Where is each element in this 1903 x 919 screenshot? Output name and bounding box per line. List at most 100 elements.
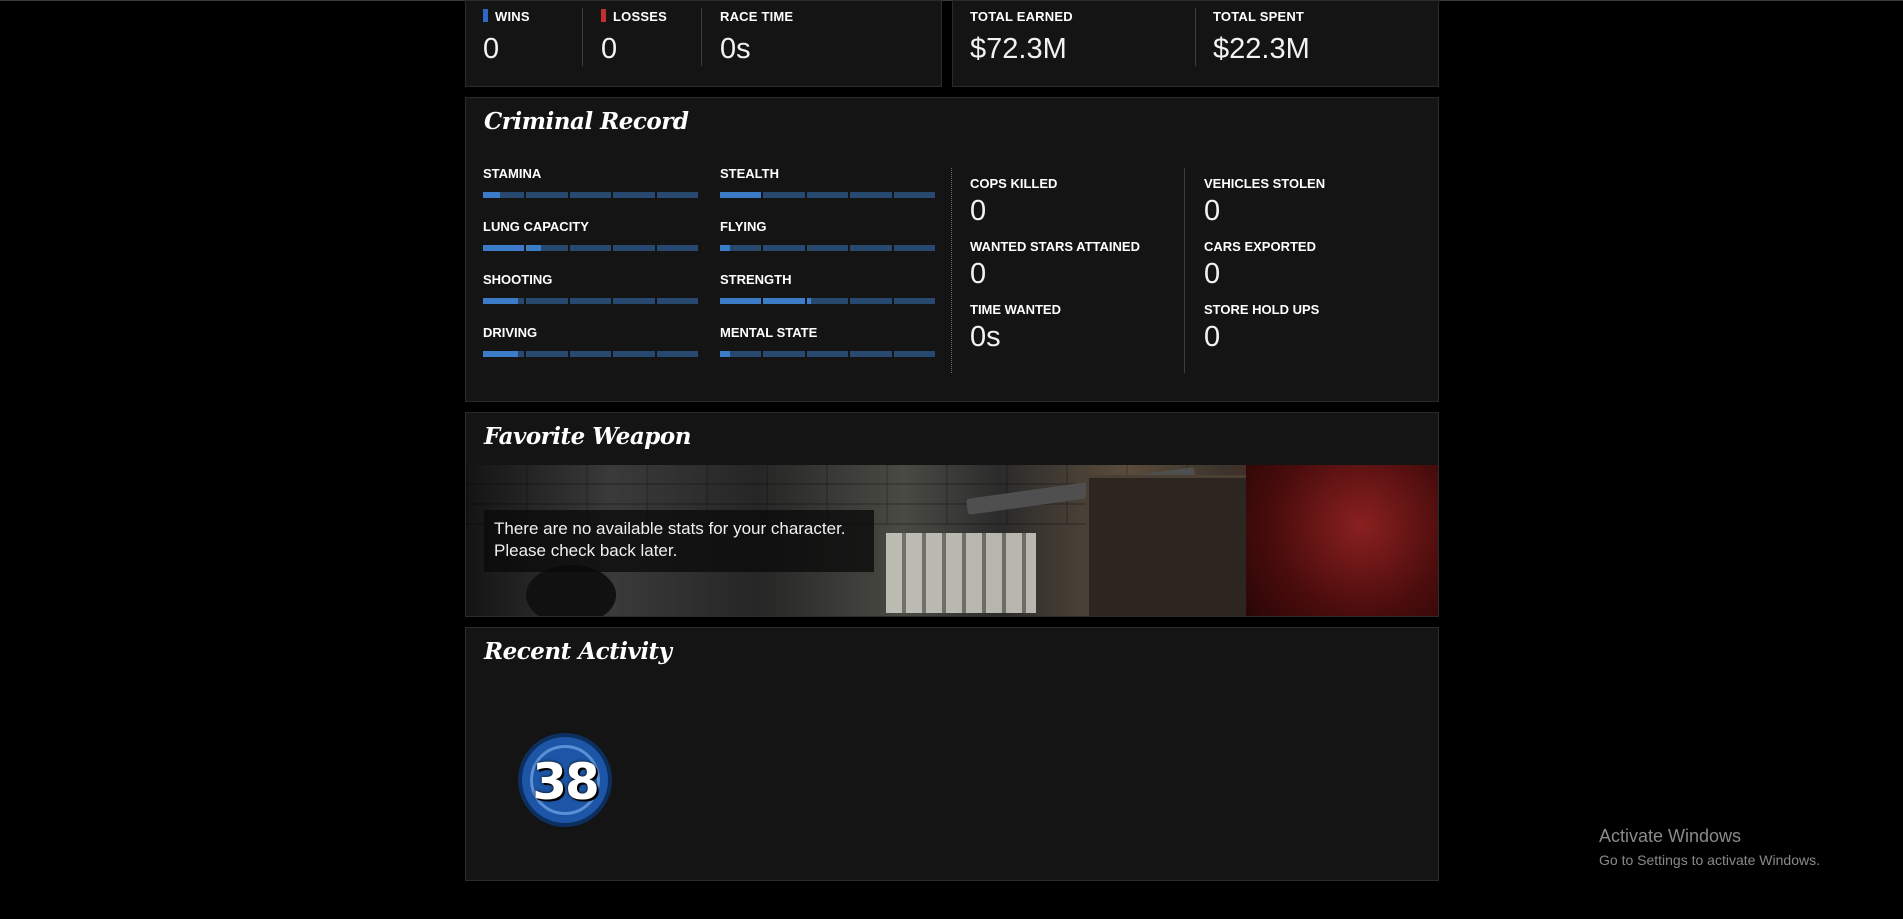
skill-bar-segment (720, 298, 762, 304)
no-stats-line-1: There are no available stats for your ch… (494, 519, 846, 538)
windows-activation-watermark: Activate Windows Go to Settings to activ… (1599, 826, 1820, 868)
divider (1184, 168, 1185, 373)
skill-label: FLYING (720, 219, 767, 234)
skill-progress-bar (483, 298, 699, 304)
skill-lung-capacity: LUNG CAPACITY (483, 219, 699, 251)
total-spent-label: TOTAL SPENT (1213, 9, 1305, 24)
skill-bar-segment (893, 298, 936, 304)
cars-exported-label: CARS EXPORTED (1204, 239, 1316, 254)
skill-bar-segment (850, 351, 892, 357)
skill-bar-segment (483, 351, 525, 357)
skill-bar-segment (893, 245, 936, 251)
cops-killed-label: COPS KILLED (970, 176, 1058, 191)
skill-bar-segment (656, 298, 699, 304)
recent-activity-title: Recent Activity (484, 638, 672, 665)
dotted-divider (951, 168, 952, 373)
skill-progress-bar (720, 245, 936, 251)
skill-bar-segment (613, 245, 655, 251)
cars-exported-record: CARS EXPORTED 0 (1204, 239, 1316, 291)
rank-badge[interactable]: 38 (518, 733, 612, 827)
skill-mental-state: MENTAL STATE (720, 325, 936, 357)
windows-activation-title: Activate Windows (1599, 826, 1742, 846)
skill-bar-segment (720, 192, 762, 198)
skill-flying: FLYING (720, 219, 936, 251)
losses-color-marker (601, 9, 606, 22)
skill-bar-segment (763, 351, 805, 357)
store-holdups-record: STORE HOLD UPS 0 (1204, 302, 1319, 354)
skill-bar-segment (720, 351, 762, 357)
skill-driving: DRIVING (483, 325, 699, 357)
no-stats-message: There are no available stats for your ch… (484, 510, 874, 572)
vehicles-stolen-label: VEHICLES STOLEN (1204, 176, 1326, 191)
cops-killed-record: COPS KILLED 0 (970, 176, 1057, 228)
skill-bar-segment (850, 245, 892, 251)
skill-label: STEALTH (720, 166, 779, 181)
criminal-record-title: Criminal Record (484, 108, 689, 135)
wanted-stars-value: 0 (970, 258, 987, 290)
wanted-stars-label: WANTED STARS ATTAINED (970, 239, 1140, 254)
divider (701, 8, 702, 66)
skill-bar-segment (763, 245, 805, 251)
windows-activation-subtitle: Go to Settings to activate Windows. (1599, 852, 1820, 868)
skill-bar-segment (720, 245, 762, 251)
losses-value: 0 (601, 33, 618, 65)
cars-exported-value: 0 (1204, 258, 1221, 290)
skill-bar-segment (569, 351, 612, 357)
skill-bar-segment (806, 351, 849, 357)
skill-label: STRENGTH (720, 272, 792, 287)
vehicles-stolen-value: 0 (1204, 195, 1221, 227)
skill-label: STAMINA (483, 166, 542, 181)
skill-label: LUNG CAPACITY (483, 219, 589, 234)
favorite-weapon-panel: Favorite Weapon There are no available s… (465, 412, 1439, 617)
money-stats-panel: TOTAL EARNED $72.3M TOTAL SPENT $22.3M (952, 0, 1439, 87)
skill-bar-segment (850, 192, 892, 198)
divider (1195, 8, 1196, 66)
cops-killed-value: 0 (970, 195, 987, 227)
skill-progress-bar (483, 245, 699, 251)
skill-label: MENTAL STATE (720, 325, 818, 340)
skill-bar-segment (656, 245, 699, 251)
skill-bar-segment (526, 351, 568, 357)
skill-strength: STRENGTH (720, 272, 936, 304)
skill-bar-segment (569, 192, 612, 198)
skill-progress-bar (483, 351, 699, 357)
skill-stealth: STEALTH (720, 166, 936, 198)
time-wanted-value: 0s (970, 321, 1001, 353)
skill-bar-segment (569, 245, 612, 251)
favorite-weapon-title: Favorite Weapon (484, 423, 691, 450)
divider (582, 8, 583, 66)
race-time-label: RACE TIME (720, 9, 794, 24)
store-holdups-value: 0 (1204, 321, 1221, 353)
skill-bar-segment (763, 192, 805, 198)
skill-bar-segment (526, 192, 568, 198)
skill-bar-segment (806, 192, 849, 198)
criminal-record-panel: Criminal Record STAMINA STEALTH LUNG CAPAC… (465, 97, 1439, 402)
losses-label: LOSSES (613, 9, 667, 24)
skill-bar-segment (483, 298, 525, 304)
race-stats-panel: WINS 0 LOSSES 0 RACE TIME 0s (465, 0, 942, 87)
store-holdups-label: STORE HOLD UPS (1204, 302, 1320, 317)
skill-bar-segment (893, 192, 936, 198)
skill-bar-segment (893, 351, 936, 357)
rank-number: 38 (532, 753, 600, 811)
race-time-value: 0s (720, 33, 751, 65)
total-earned-value: $72.3M (970, 33, 1067, 65)
wins-value: 0 (483, 33, 500, 65)
wins-color-marker (483, 9, 488, 22)
skill-bar-segment (656, 351, 699, 357)
skill-bar-segment (483, 245, 525, 251)
skill-bar-segment (806, 245, 849, 251)
skill-bar-segment (613, 351, 655, 357)
skill-progress-bar (720, 192, 936, 198)
skill-bar-segment (806, 298, 849, 304)
time-wanted-label: TIME WANTED (970, 302, 1061, 317)
skill-bar-segment (526, 245, 568, 251)
skill-progress-bar (720, 298, 936, 304)
skill-label: SHOOTING (483, 272, 553, 287)
skill-bar-segment (613, 298, 655, 304)
skill-bar-segment (613, 192, 655, 198)
time-wanted-record: TIME WANTED 0s (970, 302, 1061, 354)
skill-bar-segment (763, 298, 805, 304)
skill-progress-bar (720, 351, 936, 357)
no-stats-line-2: Please check back later. (494, 541, 678, 560)
